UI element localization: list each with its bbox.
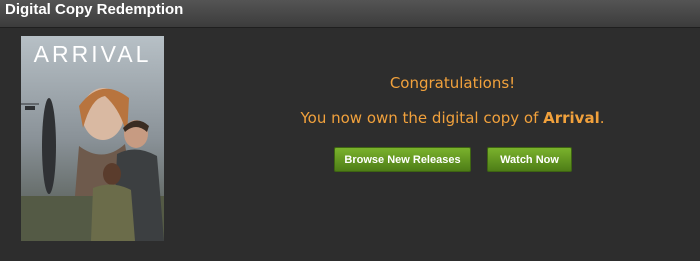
watch-now-button[interactable]: Watch Now xyxy=(487,147,572,172)
movie-poster: ARRIVAL xyxy=(21,36,164,241)
ownership-text: You now own the digital copy of Arrival. xyxy=(240,108,665,128)
browse-new-releases-button[interactable]: Browse New Releases xyxy=(334,147,471,172)
ownership-suffix: . xyxy=(599,109,605,127)
page-title: Digital Copy Redemption xyxy=(5,1,184,18)
action-buttons: Browse New Releases Watch Now xyxy=(334,147,574,173)
congrats-text: Congratulations! xyxy=(389,74,516,92)
ownership-prefix: You now own the digital copy of xyxy=(300,109,544,127)
poster-title: ARRIVAL xyxy=(33,41,152,67)
movie-title: Arrival xyxy=(543,109,600,127)
page-header: Digital Copy Redemption xyxy=(0,0,700,28)
redemption-message: Congratulations! You now own the digital… xyxy=(240,60,665,128)
